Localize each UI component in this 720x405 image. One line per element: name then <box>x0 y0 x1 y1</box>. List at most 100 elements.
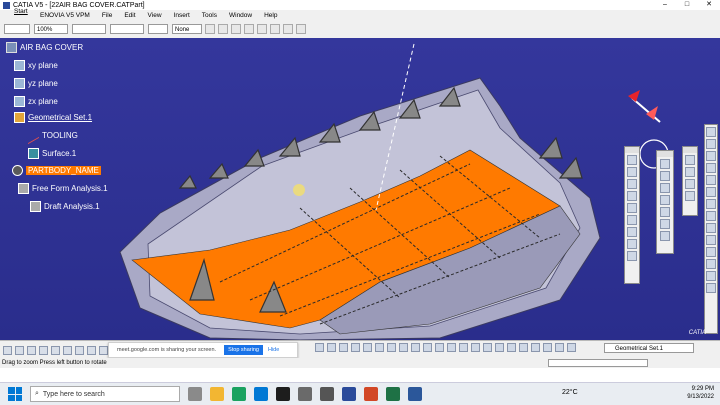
tree-item-tooling[interactable]: TOOLING <box>28 126 78 145</box>
catia-task-icon[interactable] <box>342 387 356 401</box>
tool-button[interactable] <box>244 24 254 34</box>
tool-button[interactable] <box>660 195 670 205</box>
hide-button[interactable]: Hide <box>268 347 279 353</box>
tool-button[interactable] <box>99 345 108 355</box>
tool-button[interactable] <box>627 215 637 225</box>
tool-button[interactable] <box>660 159 670 169</box>
tool-button[interactable] <box>75 345 84 355</box>
layer-select[interactable]: None <box>172 24 202 34</box>
tool-button[interactable] <box>660 231 670 241</box>
tool-button[interactable] <box>627 191 637 201</box>
tree-item-draft-analysis[interactable]: Draft Analysis.1 <box>30 201 100 212</box>
tool-button[interactable] <box>685 191 695 201</box>
tool-button[interactable] <box>706 223 716 233</box>
menu-file[interactable]: File <box>96 12 118 19</box>
tool-button[interactable] <box>627 251 637 261</box>
tool-button[interactable] <box>387 343 396 352</box>
file-explorer-icon[interactable] <box>210 387 224 401</box>
tool-button[interactable] <box>519 343 528 352</box>
excel-icon[interactable] <box>386 387 400 401</box>
task-view-icon[interactable] <box>188 387 202 401</box>
menu-help[interactable]: Help <box>258 12 283 19</box>
tool-button[interactable] <box>706 283 716 293</box>
point-style-select[interactable] <box>148 24 168 34</box>
tool-button[interactable] <box>706 259 716 269</box>
chrome-icon[interactable] <box>232 387 246 401</box>
command-input[interactable] <box>548 359 648 367</box>
stop-sharing-button[interactable]: Stop sharing <box>224 345 263 355</box>
tool-button[interactable] <box>627 227 637 237</box>
tool-button[interactable] <box>555 343 564 352</box>
tool-button[interactable] <box>685 167 695 177</box>
tool-button[interactable] <box>706 151 716 161</box>
tool-button[interactable] <box>627 203 637 213</box>
line-style-select[interactable] <box>110 24 144 34</box>
tree-item-zx-plane[interactable]: zx plane <box>14 96 58 107</box>
tool-button[interactable] <box>51 345 60 355</box>
tool-button[interactable] <box>327 343 336 352</box>
tool-button[interactable] <box>567 343 576 352</box>
tool-button[interactable] <box>706 271 716 281</box>
tool-button[interactable] <box>685 155 695 165</box>
current-set-select[interactable]: Geometrical Set.1 <box>604 343 694 353</box>
tool-button[interactable] <box>706 187 716 197</box>
tool-button[interactable] <box>399 343 408 352</box>
minimize-button[interactable]: – <box>654 0 676 10</box>
tool-button[interactable] <box>685 179 695 189</box>
tree-item-yz-plane[interactable]: yz plane <box>14 78 58 89</box>
tool-button[interactable] <box>471 343 480 352</box>
tool-button[interactable] <box>296 24 306 34</box>
tool-button[interactable] <box>363 343 372 352</box>
close-button[interactable]: ✕ <box>698 0 720 10</box>
tree-root[interactable]: AIR BAG COVER <box>6 42 83 53</box>
zoom-select[interactable]: 100% <box>34 24 68 34</box>
tool-button[interactable] <box>627 239 637 249</box>
tool-button[interactable] <box>205 24 215 34</box>
store-icon[interactable] <box>276 387 290 401</box>
edge-icon[interactable] <box>254 387 268 401</box>
tool-button[interactable] <box>660 183 670 193</box>
tool-button[interactable] <box>483 343 492 352</box>
color-select[interactable] <box>4 24 30 34</box>
tool-button[interactable] <box>270 24 280 34</box>
tool-button[interactable] <box>339 343 348 352</box>
tool-button[interactable] <box>27 345 36 355</box>
mail-icon[interactable] <box>298 387 312 401</box>
taskbar-search[interactable]: ⌕ Type here to search <box>30 386 180 402</box>
menu-edit[interactable]: Edit <box>118 12 141 19</box>
tool-button[interactable] <box>315 343 324 352</box>
tool-button[interactable] <box>257 24 267 34</box>
tree-item-surface[interactable]: Surface.1 <box>28 148 76 159</box>
powerpoint-icon[interactable] <box>364 387 378 401</box>
line-weight-select[interactable] <box>72 24 106 34</box>
tool-button[interactable] <box>543 343 552 352</box>
tool-button[interactable] <box>660 207 670 217</box>
tool-button[interactable] <box>706 127 716 137</box>
tool-button[interactable] <box>39 345 48 355</box>
tool-button[interactable] <box>218 24 228 34</box>
tool-button[interactable] <box>435 343 444 352</box>
tool-button[interactable] <box>411 343 420 352</box>
tool-button[interactable] <box>706 163 716 173</box>
tool-button[interactable] <box>627 167 637 177</box>
tool-button[interactable] <box>660 171 670 181</box>
tool-button[interactable] <box>63 345 72 355</box>
tool-button[interactable] <box>706 211 716 221</box>
menu-window[interactable]: Window <box>223 12 258 19</box>
tree-item-xy-plane[interactable]: xy plane <box>14 60 58 71</box>
tool-button[interactable] <box>231 24 241 34</box>
tool-button[interactable] <box>627 155 637 165</box>
menu-insert[interactable]: Insert <box>168 12 196 19</box>
tool-button[interactable] <box>531 343 540 352</box>
tool-button[interactable] <box>283 24 293 34</box>
tool-button[interactable] <box>706 199 716 209</box>
app-icon[interactable] <box>320 387 334 401</box>
tool-button[interactable] <box>706 139 716 149</box>
tool-button[interactable] <box>423 343 432 352</box>
tree-item-partbody[interactable]: PARTBODY_NAME <box>12 165 101 176</box>
menu-view[interactable]: View <box>142 12 168 19</box>
tool-button[interactable] <box>3 345 12 355</box>
tool-button[interactable] <box>706 247 716 257</box>
tree-item-geometrical-set[interactable]: Geometrical Set.1 <box>14 112 92 123</box>
tool-button[interactable] <box>447 343 456 352</box>
